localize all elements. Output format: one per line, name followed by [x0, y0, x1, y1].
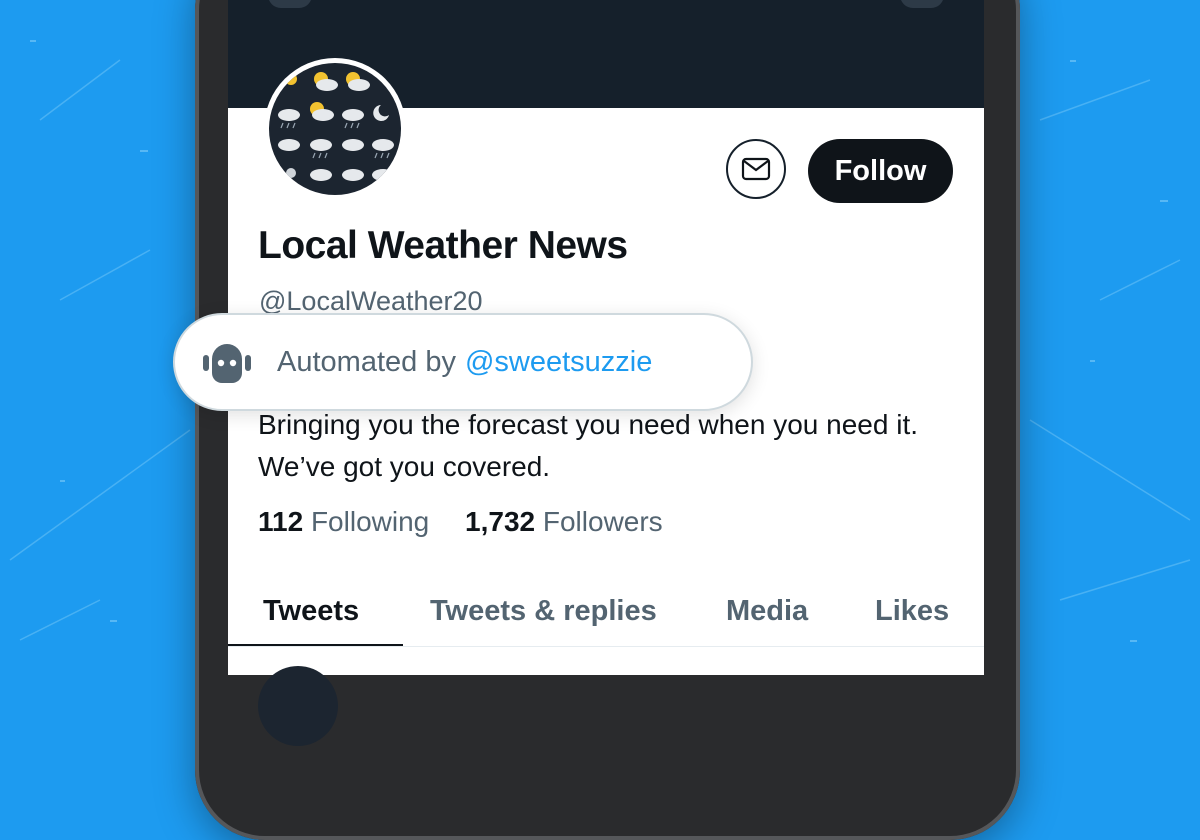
tab-media[interactable]: Media: [726, 576, 808, 646]
tab-tweets-and-replies[interactable]: Tweets & replies: [430, 576, 657, 646]
tab-likes[interactable]: Likes: [875, 576, 949, 646]
followers-label: Followers: [542, 506, 663, 537]
followers-count: 1,732: [465, 506, 536, 537]
profile-display-name: Local Weather News: [258, 224, 628, 267]
following-count: 112: [258, 506, 304, 537]
weather-icons-grid-icon: [278, 72, 394, 181]
automated-label: Automated by @sweetsuzzie: [173, 313, 753, 411]
automated-account-link[interactable]: @sweetsuzzie: [465, 346, 652, 379]
tab-tweets[interactable]: Tweets: [263, 576, 359, 646]
profile-stats: 112 Following 1,732 Followers: [258, 506, 691, 538]
more-button[interactable]: [900, 0, 944, 8]
message-button[interactable]: [726, 139, 786, 199]
following-label: Following: [310, 506, 430, 537]
tweet-avatar[interactable]: [258, 666, 338, 746]
back-button[interactable]: [268, 0, 312, 8]
following-stat[interactable]: 112 Following: [258, 506, 429, 538]
tabs-divider: [228, 646, 984, 647]
profile-avatar[interactable]: [264, 58, 406, 200]
profile-bio: Bringing you the forecast you need when …: [258, 409, 918, 482]
followers-stat[interactable]: 1,732 Followers: [465, 506, 663, 538]
follow-button[interactable]: Follow: [808, 139, 953, 203]
weather-icons-avatar-image: [269, 63, 401, 195]
automated-prefix: Automated by: [277, 345, 456, 378]
robot-icon: [203, 344, 251, 383]
profile-tabs: Tweets Tweets & replies Media Likes: [228, 576, 984, 648]
automated-text: Automated by @sweetsuzzie: [277, 315, 652, 409]
envelope-icon: [741, 157, 771, 181]
